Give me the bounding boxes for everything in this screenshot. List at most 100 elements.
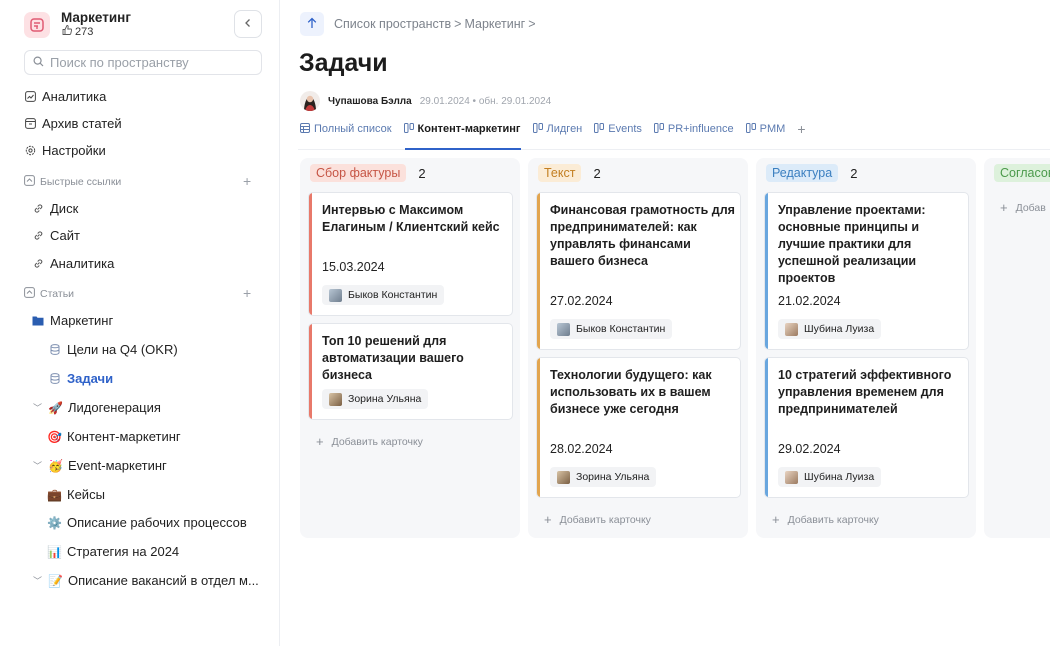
card-title: Топ 10 решений для автоматизации вашего …	[322, 334, 464, 382]
sidebar-item-archive[interactable]: Архив статей	[24, 116, 122, 131]
tree-item-label: Задачи	[67, 371, 114, 386]
task-card[interactable]: Интервью с Максимом Елагиным / Клиентски…	[308, 192, 513, 316]
tab-label: Лидген	[546, 123, 583, 135]
space-likes[interactable]: 273	[62, 25, 93, 38]
card-date: 27.02.2024	[550, 294, 613, 308]
tree-item-processes[interactable]: ⚙️ Описание рабочих процессов	[47, 515, 247, 530]
column-header[interactable]: Согласов	[994, 164, 1050, 182]
tree-item-strategy[interactable]: 📊 Стратегия на 2024	[47, 544, 179, 559]
assignee-avatar	[329, 288, 342, 302]
sidebar-item-analytics[interactable]: Аналитика	[24, 89, 106, 104]
plus-icon: +	[772, 512, 780, 527]
page-dates: 29.01.2024 • обн. 29.01.2024	[419, 95, 552, 107]
chevron-down-icon[interactable]: ﹀	[33, 401, 42, 414]
party-face-icon: 🥳	[48, 458, 63, 473]
up-button[interactable]	[300, 12, 324, 36]
tree-item-vacancies[interactable]: ﹀ 📝 Описание вакансий в отдел м...	[33, 573, 259, 588]
column-header[interactable]: Сбор фактуры 2	[310, 164, 426, 182]
quick-links-header[interactable]: Быстрые ссылки	[24, 175, 121, 189]
search-input[interactable]	[50, 55, 250, 70]
card-assignee[interactable]: Зорина Ульяна	[322, 389, 429, 409]
task-card[interactable]: Топ 10 решений для автоматизации вашего …	[308, 323, 513, 420]
space-header[interactable]: Маркетинг 273	[24, 10, 262, 40]
assignee-name: Зорина Ульяна	[576, 471, 650, 483]
column-header[interactable]: Редактура 2	[766, 164, 857, 182]
add-card-button[interactable]: + Добавить карточку	[772, 512, 879, 527]
column-label: Согласов	[994, 164, 1050, 182]
space-name: Маркетинг	[61, 10, 131, 25]
thumbs-up-icon	[62, 25, 73, 38]
tab-label: Контент-маркетинг	[417, 123, 521, 135]
card-assignee[interactable]: Шубина Луиза	[778, 319, 882, 339]
card-date: 29.02.2024	[778, 442, 841, 456]
task-card[interactable]: 10 стратегий эффективного управления вре…	[764, 357, 969, 498]
task-card[interactable]: Финансовая грамотность для предпринимате…	[536, 192, 741, 350]
board-column-fact-gathering: Сбор фактуры 2 Интервью с Максимом Елаги…	[300, 158, 520, 538]
chart-icon	[24, 91, 36, 103]
board-icon	[745, 122, 756, 136]
tree-item-event-marketing[interactable]: ﹀ 🥳 Event-маркетинг	[33, 458, 167, 473]
add-article-button[interactable]: +	[243, 285, 251, 301]
tree-item-marketing[interactable]: Маркетинг	[32, 313, 113, 328]
column-header[interactable]: Текст 2	[538, 164, 601, 182]
breadcrumb-separator: >	[528, 17, 536, 31]
search-box[interactable]	[24, 50, 262, 75]
tree-item-label: Кейсы	[67, 487, 105, 502]
tree-item-leadgen[interactable]: ﹀ 🚀 Лидогенерация	[33, 400, 161, 415]
tree-item-content-marketing[interactable]: 🎯 Контент-маркетинг	[47, 429, 181, 444]
avatar[interactable]	[300, 91, 320, 111]
tab-leadgen[interactable]: Лидген	[532, 120, 583, 138]
chevron-down-icon[interactable]: ﹀	[33, 574, 42, 587]
database-icon	[49, 373, 61, 385]
board-column-text: Текст 2 Финансовая грамотность для предп…	[528, 158, 748, 538]
card-assignee[interactable]: Зорина Ульяна	[550, 467, 657, 487]
gear-icon: ⚙️	[47, 515, 62, 530]
collapse-toggle-icon	[24, 175, 35, 189]
quick-link-analytics[interactable]: Аналитика	[32, 256, 114, 271]
task-card[interactable]: Технологии будущего: как использовать их…	[536, 357, 741, 498]
tab-content-marketing[interactable]: Контент-маркетинг	[403, 120, 521, 138]
tab-pr-influence[interactable]: PR+influence	[653, 120, 734, 138]
board-icon	[532, 122, 543, 136]
card-assignee[interactable]: Быков Константин	[322, 285, 445, 305]
add-card-button[interactable]: + Добав	[1000, 200, 1046, 215]
tab-pmm[interactable]: PMM	[745, 120, 785, 138]
arrow-up-icon	[307, 17, 317, 32]
chevron-down-icon[interactable]: ﹀	[33, 459, 42, 472]
card-assignee[interactable]: Быков Константин	[550, 319, 673, 339]
breadcrumb-separator: >	[454, 17, 462, 31]
add-card-button[interactable]: + Добавить карточку	[544, 512, 651, 527]
card-title: Интервью с Максимом Елагиным / Клиентски…	[322, 203, 500, 234]
sidebar-item-settings[interactable]: Настройки	[24, 143, 106, 158]
quick-link-disk[interactable]: Диск	[32, 201, 78, 216]
plus-icon: +	[316, 434, 324, 449]
tree-item-okr[interactable]: Цели на Q4 (OKR)	[49, 342, 178, 357]
chevron-left-icon	[243, 15, 253, 33]
board-icon	[594, 122, 605, 136]
task-card[interactable]: Управление проектами: основные принципы …	[764, 192, 969, 350]
add-quick-link-button[interactable]: +	[243, 173, 251, 189]
breadcrumb-spaces[interactable]: Список пространств	[334, 17, 451, 31]
add-card-button[interactable]: + Добавить карточку	[316, 434, 423, 449]
column-label: Сбор фактуры	[310, 164, 407, 182]
quick-links-label: Быстрые ссылки	[40, 176, 122, 188]
quick-link-site[interactable]: Сайт	[32, 228, 80, 243]
assignee-name: Зорина Ульяна	[348, 393, 422, 405]
add-view-button[interactable]: +	[797, 120, 805, 138]
tab-events[interactable]: Events	[594, 120, 642, 138]
sidebar: Маркетинг 273 Аналитика Архив статей Нас…	[0, 0, 280, 646]
assignee-name: Быков Константин	[348, 289, 438, 301]
rocket-icon: 🚀	[48, 400, 63, 415]
author-name[interactable]: Чупашова Бэлла	[328, 96, 412, 107]
column-count: 2	[850, 165, 858, 181]
tab-full-list[interactable]: Полный список	[300, 120, 392, 138]
articles-header[interactable]: Статьи	[24, 287, 74, 301]
card-assignee[interactable]: Шубина Луиза	[778, 467, 882, 487]
tree-item-tasks[interactable]: Задачи	[49, 371, 113, 386]
briefcase-icon: 💼	[47, 487, 62, 502]
tree-item-label: Описание вакансий в отдел м...	[68, 573, 259, 588]
breadcrumb-space[interactable]: Маркетинг	[464, 17, 525, 31]
tree-item-cases[interactable]: 💼 Кейсы	[47, 487, 105, 502]
collapse-sidebar-button[interactable]	[234, 10, 262, 38]
card-date: 21.02.2024	[778, 294, 841, 308]
